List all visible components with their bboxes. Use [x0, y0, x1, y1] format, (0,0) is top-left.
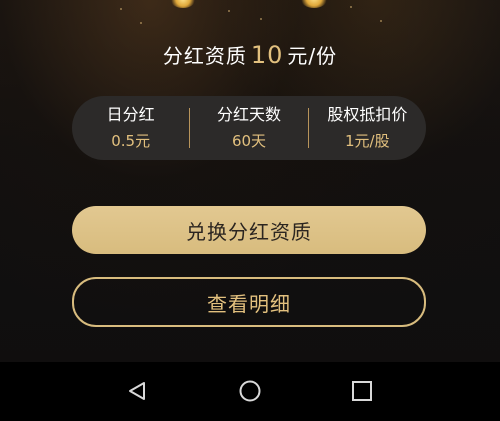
stat-equity-deduction-price: 股权抵扣价 1元/股	[309, 105, 426, 151]
stat-value: 60天	[231, 132, 267, 150]
back-triangle-icon[interactable]	[122, 376, 152, 406]
qualification-value: 10	[250, 41, 284, 69]
sparkle-decoration	[350, 6, 352, 8]
qualification-unit: 元/份	[287, 44, 338, 68]
stat-label: 分红天数	[216, 105, 281, 124]
sparkle-decoration	[140, 22, 142, 24]
exchange-qualification-button[interactable]: 兑换分红资质	[72, 206, 426, 254]
recent-apps-square-icon[interactable]	[347, 376, 377, 406]
stat-label: 股权抵扣价	[327, 105, 408, 124]
stat-value: 1元/股	[345, 132, 390, 150]
stat-label: 日分红	[106, 105, 155, 124]
dividend-stats-panel: 日分红 0.5元 分红天数 60天 股权抵扣价 1元/股	[72, 96, 426, 160]
stat-daily-dividend: 日分红 0.5元	[72, 105, 189, 151]
sparkle-decoration	[120, 8, 122, 10]
home-circle-icon[interactable]	[235, 376, 265, 406]
lantern-decoration	[300, 0, 328, 8]
sparkle-decoration	[228, 10, 230, 12]
app-screen: 分红资质 10 元/份 日分红 0.5元 分红天数 60天 股权抵扣价 1元/股 兑…	[0, 0, 500, 421]
stat-dividend-days: 分红天数 60天	[190, 105, 307, 151]
qualification-prefix: 分红资质	[162, 44, 247, 68]
stat-value: 0.5元	[111, 132, 151, 150]
sparkle-decoration	[260, 18, 262, 20]
lantern-decoration	[170, 0, 196, 8]
qualification-headline: 分红资质 10 元/份	[0, 40, 500, 69]
sparkle-decoration	[380, 20, 382, 22]
system-navigation-bar	[0, 362, 500, 421]
view-details-button[interactable]: 查看明细	[72, 277, 426, 327]
